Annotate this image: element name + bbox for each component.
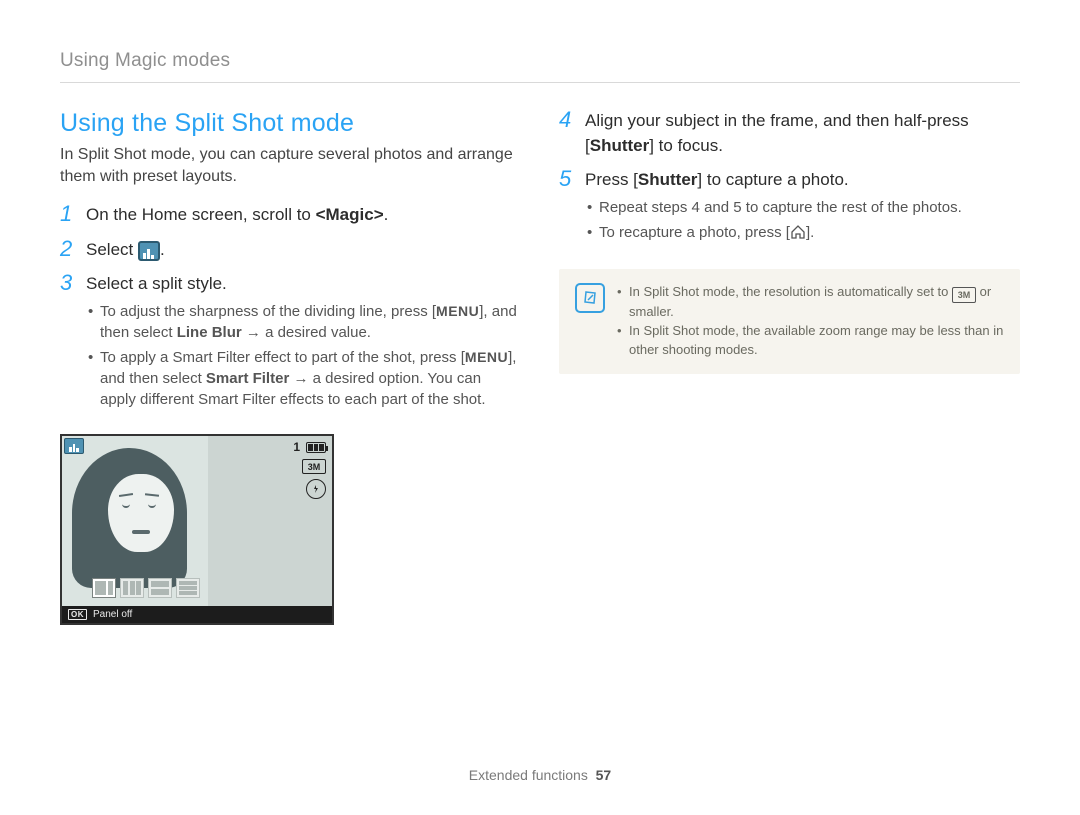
section-title: Using the Split Shot mode	[60, 109, 521, 138]
step3-sub-bullets: To adjust the sharpness of the dividing …	[86, 297, 521, 410]
manual-page: Using Magic modes Using the Split Shot m…	[0, 0, 1080, 815]
split-shot-mode-icon	[138, 241, 160, 261]
step-number: 2	[60, 238, 72, 260]
lcd-screen: 1 3M	[62, 436, 332, 606]
step-number: 3	[60, 272, 72, 294]
step2-text-post: .	[160, 240, 165, 259]
footer-section: Extended functions	[469, 767, 588, 783]
t: → a desired value.	[242, 324, 371, 341]
t: To apply a Smart Filter effect to part o…	[100, 349, 465, 366]
camera-lcd-preview: 1 3M O	[60, 434, 334, 625]
layout-option-1	[92, 578, 116, 598]
layout-option-3	[148, 578, 172, 598]
menu-button-icon: MENU	[436, 302, 479, 322]
layout-option-4	[176, 578, 200, 598]
two-column-layout: Using the Split Shot mode In Split Shot …	[60, 109, 1020, 625]
step3-text: Select a split style.	[86, 274, 227, 293]
note-callout: In Split Shot mode, the resolution is au…	[559, 269, 1020, 374]
ok-button-icon: OK	[68, 609, 87, 620]
home-button-icon	[790, 224, 806, 238]
t: To adjust the sharpness of the dividing …	[100, 303, 436, 320]
note-item-1: In Split Shot mode, the resolution is au…	[617, 283, 1004, 322]
battery-icon	[306, 442, 326, 453]
layout-option-2	[120, 578, 144, 598]
page-footer: Extended functions 57	[0, 767, 1080, 783]
menu-button-icon: MENU	[465, 348, 508, 368]
note-list: In Split Shot mode, the resolution is au…	[617, 283, 1004, 360]
t: ].	[806, 224, 814, 241]
step1-bold: <Magic>	[316, 205, 384, 224]
shutter-label: Shutter	[590, 136, 650, 155]
step3-sub2: To apply a Smart Filter effect to part o…	[86, 347, 521, 410]
step-3: 3 Select a split style. To adjust the sh…	[60, 272, 521, 420]
shot-count: 1	[293, 440, 300, 454]
steps-list-right: 4 Align your subject in the frame, and t…	[559, 109, 1020, 253]
smart-filter-label: Smart Filter	[206, 370, 289, 387]
t: To recapture a photo, press [	[599, 224, 790, 241]
split-shot-indicator-icon	[64, 438, 84, 454]
step-1: 1 On the Home screen, scroll to <Magic>.	[60, 203, 521, 234]
step-number: 5	[559, 168, 571, 190]
step1-text-post: .	[384, 205, 389, 224]
left-column: Using the Split Shot mode In Split Shot …	[60, 109, 521, 625]
step-2: 2 Select .	[60, 238, 521, 269]
resolution-3m-icon: 3M	[952, 287, 976, 303]
step2-text-pre: Select	[86, 240, 138, 259]
running-head: Using Magic modes	[60, 50, 1020, 83]
step5-sub-bullets: Repeat steps 4 and 5 to capture the rest…	[585, 193, 1020, 243]
step-number: 4	[559, 109, 571, 131]
section-intro: In Split Shot mode, you can capture seve…	[60, 144, 521, 187]
shutter-label: Shutter	[638, 170, 698, 189]
t: Press [	[585, 170, 638, 189]
t: In Split Shot mode, the resolution is au…	[629, 284, 952, 299]
step1-text-pre: On the Home screen, scroll to	[86, 205, 316, 224]
flash-off-icon	[306, 479, 326, 499]
t: ] to capture a photo.	[697, 170, 848, 189]
resolution-3m-icon: 3M	[302, 459, 326, 474]
sample-portrait-illustration	[62, 438, 208, 588]
step3-sub1: To adjust the sharpness of the dividing …	[86, 301, 521, 343]
lcd-bar-text: Panel off	[93, 609, 132, 620]
right-column: 4 Align your subject in the frame, and t…	[559, 109, 1020, 625]
split-layout-options	[88, 574, 204, 602]
t: ] to focus.	[649, 136, 723, 155]
step5-sub1: Repeat steps 4 and 5 to capture the rest…	[585, 197, 1020, 218]
footer-page-number: 57	[596, 767, 612, 783]
line-blur-label: Line Blur	[177, 324, 242, 341]
step5-sub2: To recapture a photo, press [ ].	[585, 222, 1020, 243]
step-5: 5 Press [Shutter] to capture a photo. Re…	[559, 168, 1020, 253]
note-info-icon	[575, 283, 605, 313]
step-number: 1	[60, 203, 72, 225]
lcd-status-icons: 1 3M	[293, 440, 326, 499]
lcd-bottom-bar: OK Panel off	[62, 606, 332, 623]
step-4: 4 Align your subject in the frame, and t…	[559, 109, 1020, 164]
steps-list-left: 1 On the Home screen, scroll to <Magic>.…	[60, 203, 521, 420]
note-item-2: In Split Shot mode, the available zoom r…	[617, 322, 1004, 360]
